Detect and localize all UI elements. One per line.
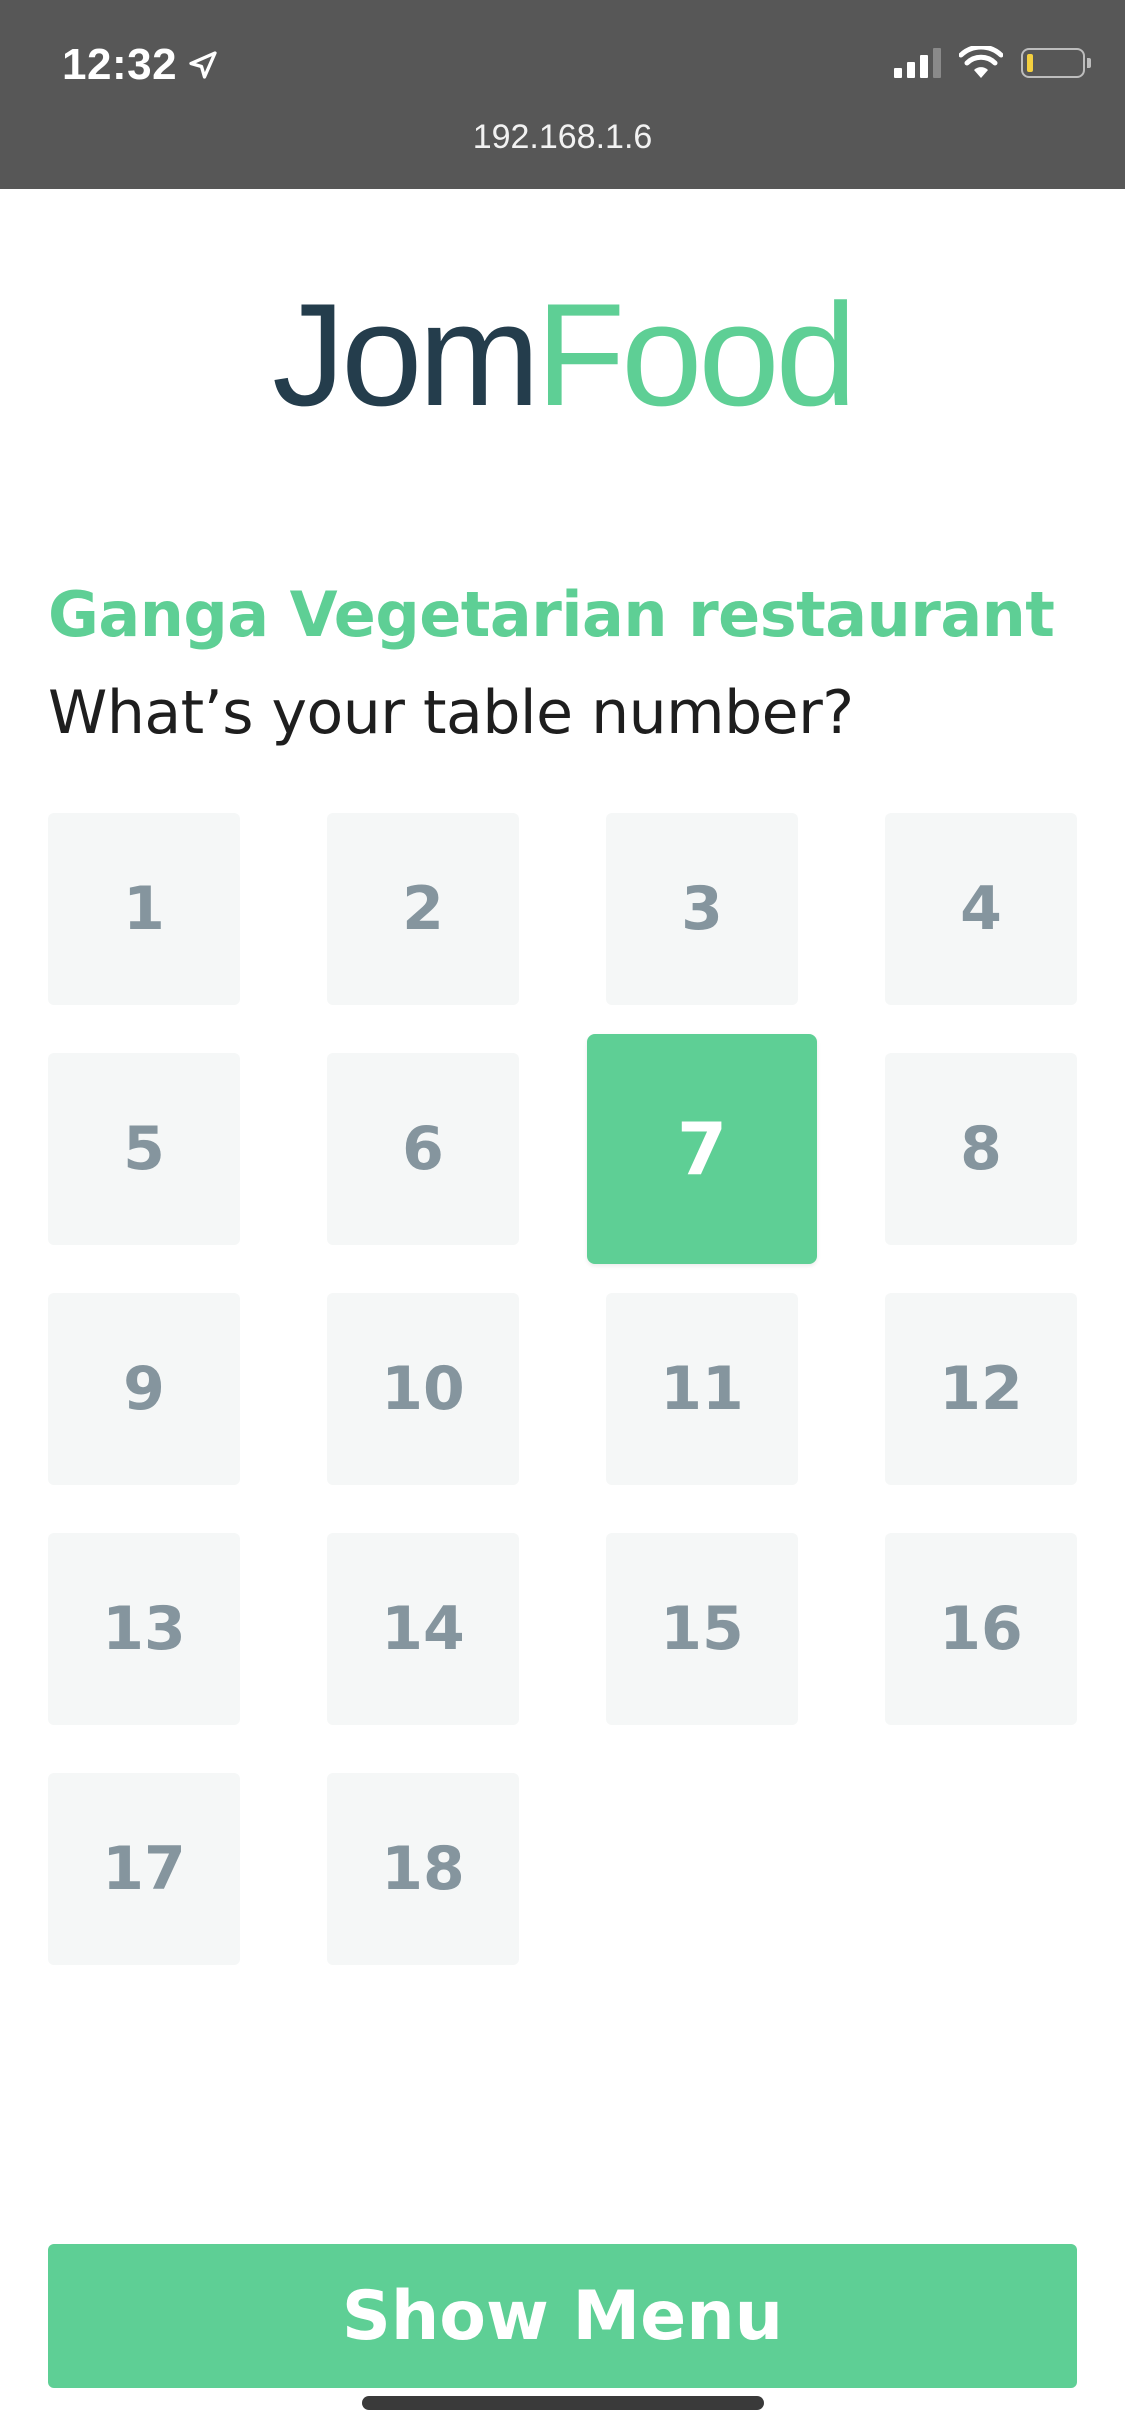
- table-tile-11[interactable]: 11: [606, 1293, 798, 1485]
- table-tile-18[interactable]: 18: [327, 1773, 519, 1965]
- restaurant-name: Ganga Vegetarian restaurant: [48, 578, 1055, 651]
- table-tile-12[interactable]: 12: [885, 1293, 1077, 1485]
- location-arrow-icon: [189, 51, 217, 79]
- table-tile-10[interactable]: 10: [327, 1293, 519, 1485]
- browser-status-bar: 12:32 192.168.1.6: [0, 0, 1125, 189]
- table-tile-16[interactable]: 16: [885, 1533, 1077, 1725]
- table-tile-4[interactable]: 4: [885, 813, 1077, 1005]
- battery-icon: [1021, 48, 1091, 78]
- wifi-icon: [959, 46, 1003, 78]
- table-tile-14[interactable]: 14: [327, 1533, 519, 1725]
- table-tile-2[interactable]: 2: [327, 813, 519, 1005]
- show-menu-button[interactable]: Show Menu: [48, 2244, 1077, 2388]
- table-tile-17[interactable]: 17: [48, 1773, 240, 1965]
- table-tile-8[interactable]: 8: [885, 1053, 1077, 1245]
- address-url[interactable]: 192.168.1.6: [0, 118, 1125, 157]
- table-tile-6[interactable]: 6: [327, 1053, 519, 1245]
- status-time: 12:32: [62, 40, 221, 90]
- table-tile-5[interactable]: 5: [48, 1053, 240, 1245]
- home-indicator: [362, 2396, 764, 2410]
- table-tile-3[interactable]: 3: [606, 813, 798, 1005]
- jomfood-logo: JomFood: [0, 270, 1125, 440]
- table-number-prompt: What’s your table number?: [48, 678, 854, 748]
- table-tile-15[interactable]: 15: [606, 1533, 798, 1725]
- table-tile-13[interactable]: 13: [48, 1533, 240, 1725]
- table-tile-9[interactable]: 9: [48, 1293, 240, 1485]
- battery-level-fill: [1027, 54, 1033, 72]
- status-time-text: 12:32: [62, 40, 178, 89]
- table-tile-7[interactable]: 7: [587, 1034, 817, 1264]
- status-icons: [894, 46, 1091, 80]
- table-tile-1[interactable]: 1: [48, 813, 240, 1005]
- logo-jom: Jom: [272, 273, 540, 436]
- logo-food: Food: [536, 273, 857, 436]
- cellular-signal-icon: [894, 48, 941, 78]
